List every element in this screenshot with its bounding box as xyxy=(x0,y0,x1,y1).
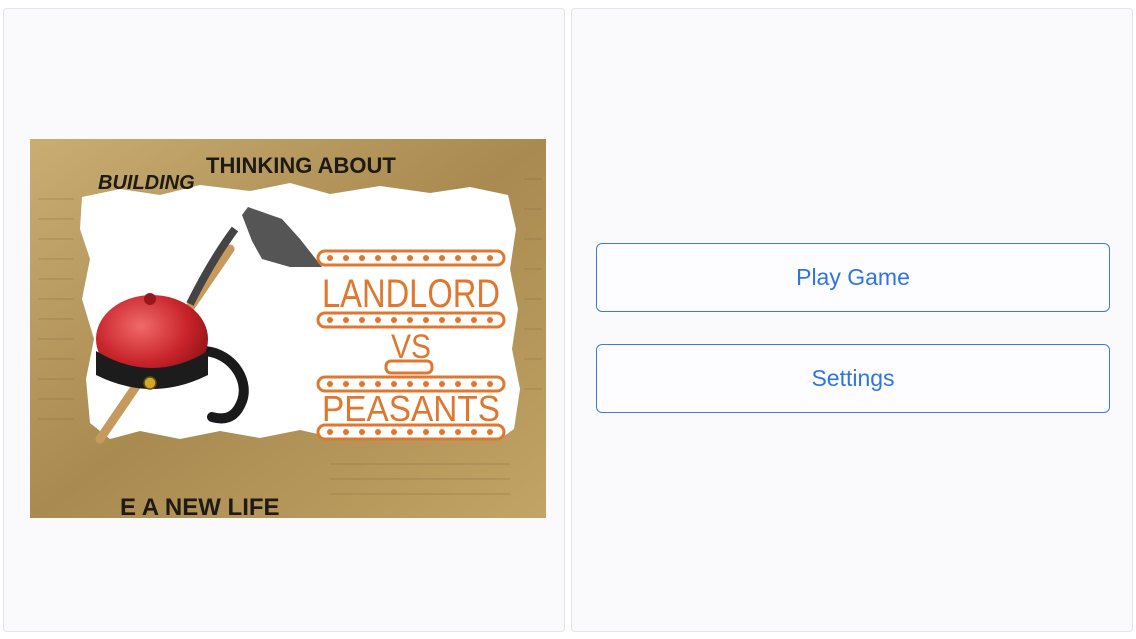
title-peasants: PEASANTS xyxy=(322,388,500,429)
game-cover-art: THINKING ABOUT BUILDING E A NEW LIFE LAN… xyxy=(30,139,546,518)
title-vs: VS xyxy=(391,328,431,366)
hat-knob xyxy=(144,293,156,305)
title-landlord: LANDLORD xyxy=(322,272,500,316)
headline-thinking: THINKING ABOUT xyxy=(206,153,396,178)
right-panel: Play Game Settings xyxy=(571,8,1133,632)
hat-emblem xyxy=(143,376,157,390)
headline-building: BUILDING xyxy=(98,172,195,194)
left-panel: THINKING ABOUT BUILDING E A NEW LIFE LAN… xyxy=(3,8,565,632)
cover-illustration: THINKING ABOUT BUILDING E A NEW LIFE LAN… xyxy=(30,139,546,518)
headline-new-life: E A NEW LIFE xyxy=(120,494,280,518)
play-game-button[interactable]: Play Game xyxy=(596,243,1110,312)
settings-button[interactable]: Settings xyxy=(596,344,1110,413)
